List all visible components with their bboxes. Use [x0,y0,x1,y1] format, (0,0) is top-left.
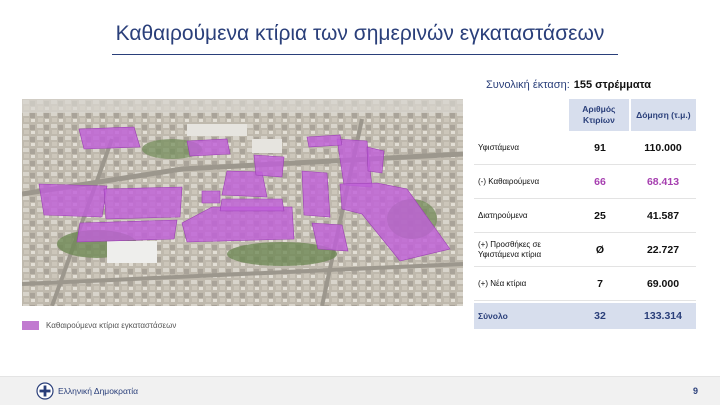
row-label: Διατηρούμενα [478,210,528,220]
header-built-area: Δόμηση (τ.μ.) [630,99,696,131]
row-label: (-) Καθαιρούμενα [478,176,540,186]
total-area-label: Συνολική έκταση: [486,79,570,91]
aerial-map-graphic [22,99,463,306]
row-count: 91 [570,131,630,164]
row-count: Ø [570,233,630,266]
total-area: 133.314 [644,310,682,322]
organization-name: Ελληνική Δημοκρατία [58,386,139,396]
aerial-photo [22,99,463,306]
table-header-row: Αριθμός Κτιρίων Δόμηση (τ.μ.) [474,99,696,131]
page-number: 9 [692,386,698,396]
row-count: 7 [570,267,630,300]
table-row: (+) Προσθήκες σε Υφιστάμενα κτίρια Ø 22.… [474,233,696,267]
row-label: (+) Νέα κτίρια [478,278,527,288]
greek-emblem-icon [36,382,54,400]
total-area-summary: Συνολική έκταση: 155 στρέμματα [486,79,651,91]
legend-label: Καθαιρούμενα κτίρια εγκαταστάσεων [46,320,177,330]
row-label: (+) Προσθήκες σε Υφιστάμενα κτίρια [478,239,542,259]
header-building-count: Αριθμός Κτιρίων [569,99,629,131]
legend-swatch [22,320,39,330]
row-count: 66 [570,165,630,198]
slide-title: Καθαιρούμενα κτίρια των σημερινών εγκατα… [115,22,605,45]
buildings-table: Αριθμός Κτιρίων Δόμηση (τ.μ.) Υφιστάμενα… [474,99,696,329]
table-row-highlighted: (-) Καθαιρούμενα 66 68.413 [474,165,696,199]
table-row: Υφιστάμενα 91 110.000 [474,131,696,165]
table-total-row: Σύνολο 32 133.314 [474,303,696,329]
legend: Καθαιρούμενα κτίρια εγκαταστάσεων [22,319,176,331]
total-count: 32 [594,310,606,322]
row-label: Υφιστάμενα [478,142,519,152]
table-row: (+) Νέα κτίρια 7 69.000 [474,267,696,301]
row-area: 69.000 [630,267,696,300]
row-area: 22.727 [630,233,696,266]
footer-bar: Ελληνική Δημοκρατία 9 [0,376,720,405]
row-area: 68.413 [630,165,696,198]
row-count: 25 [570,199,630,232]
table-header-empty [474,99,569,131]
total-area-value: 155 στρέμματα [573,79,651,91]
title-underline [112,54,618,55]
row-area: 41.587 [630,199,696,232]
row-area: 110.000 [630,131,696,164]
table-row: Διατηρούμενα 25 41.587 [474,199,696,233]
total-label: Σύνολο [478,311,508,321]
